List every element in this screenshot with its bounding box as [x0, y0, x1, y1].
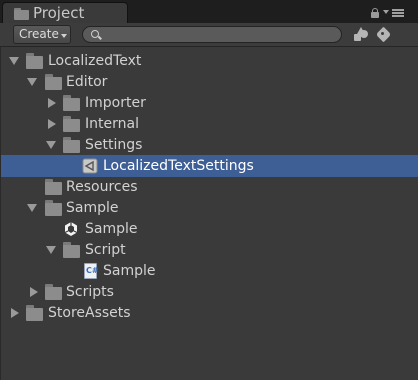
tree-row-label: Scripts [66, 284, 114, 300]
filter-by-label-button[interactable] [374, 25, 396, 44]
tree-row-label: Importer [85, 95, 146, 111]
tree-row-localizedtextsettings[interactable]: LocalizedTextSettings [1, 155, 418, 177]
panel-menu-icon[interactable] [383, 7, 405, 19]
tree-row-internal[interactable]: Internal [1, 114, 418, 135]
tree-row-label: Sample [85, 221, 138, 237]
tree-row-sample-folder[interactable]: Sample [1, 198, 418, 219]
expand-arrow-icon[interactable] [46, 246, 56, 254]
project-tree: LocalizedText Editor Importer Internal S… [0, 47, 418, 380]
tree-row-label: Sample [103, 263, 156, 279]
tree-row-sample-script[interactable]: C# Sample [1, 261, 418, 282]
chevron-down-icon [61, 34, 67, 38]
search-icon [91, 30, 102, 40]
collapse-arrow-icon[interactable] [30, 287, 38, 297]
tree-row-resources[interactable]: Resources [1, 177, 418, 198]
search-field[interactable] [82, 26, 342, 43]
tree-row-label: LocalizedTextSettings [103, 158, 254, 174]
expand-arrow-icon[interactable] [27, 78, 37, 86]
expand-arrow-icon[interactable] [9, 57, 19, 65]
tree-row-label: Resources [66, 179, 138, 195]
tree-row-editor[interactable]: Editor [1, 72, 418, 93]
scriptable-object-icon [82, 158, 98, 174]
csharp-script-icon: C# [84, 263, 99, 279]
tree-row-scripts[interactable]: Scripts [1, 282, 418, 303]
tree-row-sample-scene[interactable]: Sample [1, 219, 418, 240]
tab-project[interactable]: Project [2, 2, 128, 24]
collapse-arrow-icon[interactable] [48, 98, 56, 108]
tree-row-label: Internal [85, 116, 139, 132]
tree-row-label: Script [85, 242, 126, 258]
lock-icon[interactable] [371, 8, 379, 18]
tree-row-storeassets[interactable]: StoreAssets [1, 303, 418, 324]
collapse-arrow-icon[interactable] [48, 119, 56, 129]
unity-scene-icon [64, 222, 78, 236]
tab-label: Project [33, 4, 85, 22]
tab-bar: Project [0, 0, 418, 24]
filter-by-type-button[interactable] [350, 25, 372, 44]
search-input[interactable] [105, 27, 325, 42]
expand-arrow-icon[interactable] [46, 141, 56, 149]
tree-row-importer[interactable]: Importer [1, 93, 418, 114]
tree-row-script[interactable]: Script [1, 240, 418, 261]
tree-row-label: Editor [66, 74, 108, 90]
tree-row-label: Settings [85, 137, 143, 153]
tree-row-label: StoreAssets [48, 305, 131, 321]
collapse-arrow-icon[interactable] [11, 308, 19, 318]
toolbar: Create [0, 23, 418, 47]
tree-row-settings[interactable]: Settings [1, 135, 418, 156]
project-window: Project Create LocalizedText Editor Impo… [0, 0, 418, 380]
tree-row-localizedtext[interactable]: LocalizedText [1, 51, 418, 72]
tree-row-label: Sample [66, 200, 119, 216]
expand-arrow-icon[interactable] [27, 204, 37, 212]
create-label: Create [19, 27, 59, 41]
tree-row-label: LocalizedText [48, 53, 142, 69]
create-button[interactable]: Create [13, 25, 71, 44]
